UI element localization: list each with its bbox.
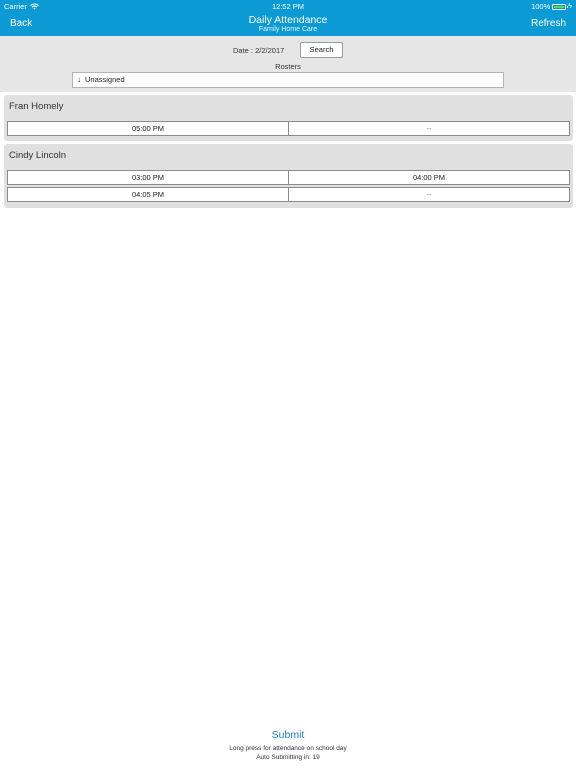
- auto-submit-countdown: Auto Submitting in: 19: [256, 754, 320, 761]
- check-out-time[interactable]: 04:00 PM: [288, 171, 569, 184]
- search-button[interactable]: Search: [300, 42, 343, 58]
- page-title: Daily Attendance: [248, 14, 328, 26]
- roster-value: Unassigned: [85, 75, 125, 84]
- check-in-time[interactable]: 03:00 PM: [8, 171, 288, 184]
- battery-icon: [552, 3, 569, 10]
- date-label: Date : 2/2/2017: [233, 46, 285, 55]
- roster-dropdown[interactable]: ↓ Unassigned: [72, 72, 504, 88]
- child-name: Fran Homely: [9, 101, 64, 112]
- status-bar-time: 12:52 PM: [271, 2, 305, 11]
- rosters-label: Rosters: [275, 62, 301, 71]
- battery-percent: 100%: [531, 2, 551, 11]
- charging-icon: ϟ: [568, 3, 572, 10]
- arrow-down-icon: ↓: [77, 75, 81, 84]
- refresh-button[interactable]: Refresh: [531, 18, 566, 29]
- time-row: 04:05 PM --: [7, 187, 570, 202]
- time-row: 05:00 PM --: [7, 121, 570, 136]
- child-card: Fran Homely 05:00 PM --: [4, 95, 573, 141]
- status-bar-battery: 100% ϟ: [531, 2, 572, 11]
- check-in-time[interactable]: 04:05 PM: [8, 188, 288, 201]
- page-subtitle: Family Home Care: [258, 26, 318, 33]
- check-out-time[interactable]: --: [288, 188, 569, 201]
- time-row: 03:00 PM 04:00 PM: [7, 170, 570, 185]
- child-name: Cindy Lincoln: [9, 150, 67, 161]
- child-card: Cindy Lincoln 03:00 PM 04:00 PM 04:05 PM…: [4, 144, 573, 208]
- navigation-bar: Carrier 12:52 PM 100% ϟ Back Daily Atten…: [0, 0, 576, 36]
- check-out-time[interactable]: --: [288, 122, 569, 135]
- submit-button[interactable]: Submit: [0, 729, 576, 741]
- long-press-hint: Long press for attendance on school day: [229, 745, 347, 752]
- check-in-time[interactable]: 05:00 PM: [8, 122, 288, 135]
